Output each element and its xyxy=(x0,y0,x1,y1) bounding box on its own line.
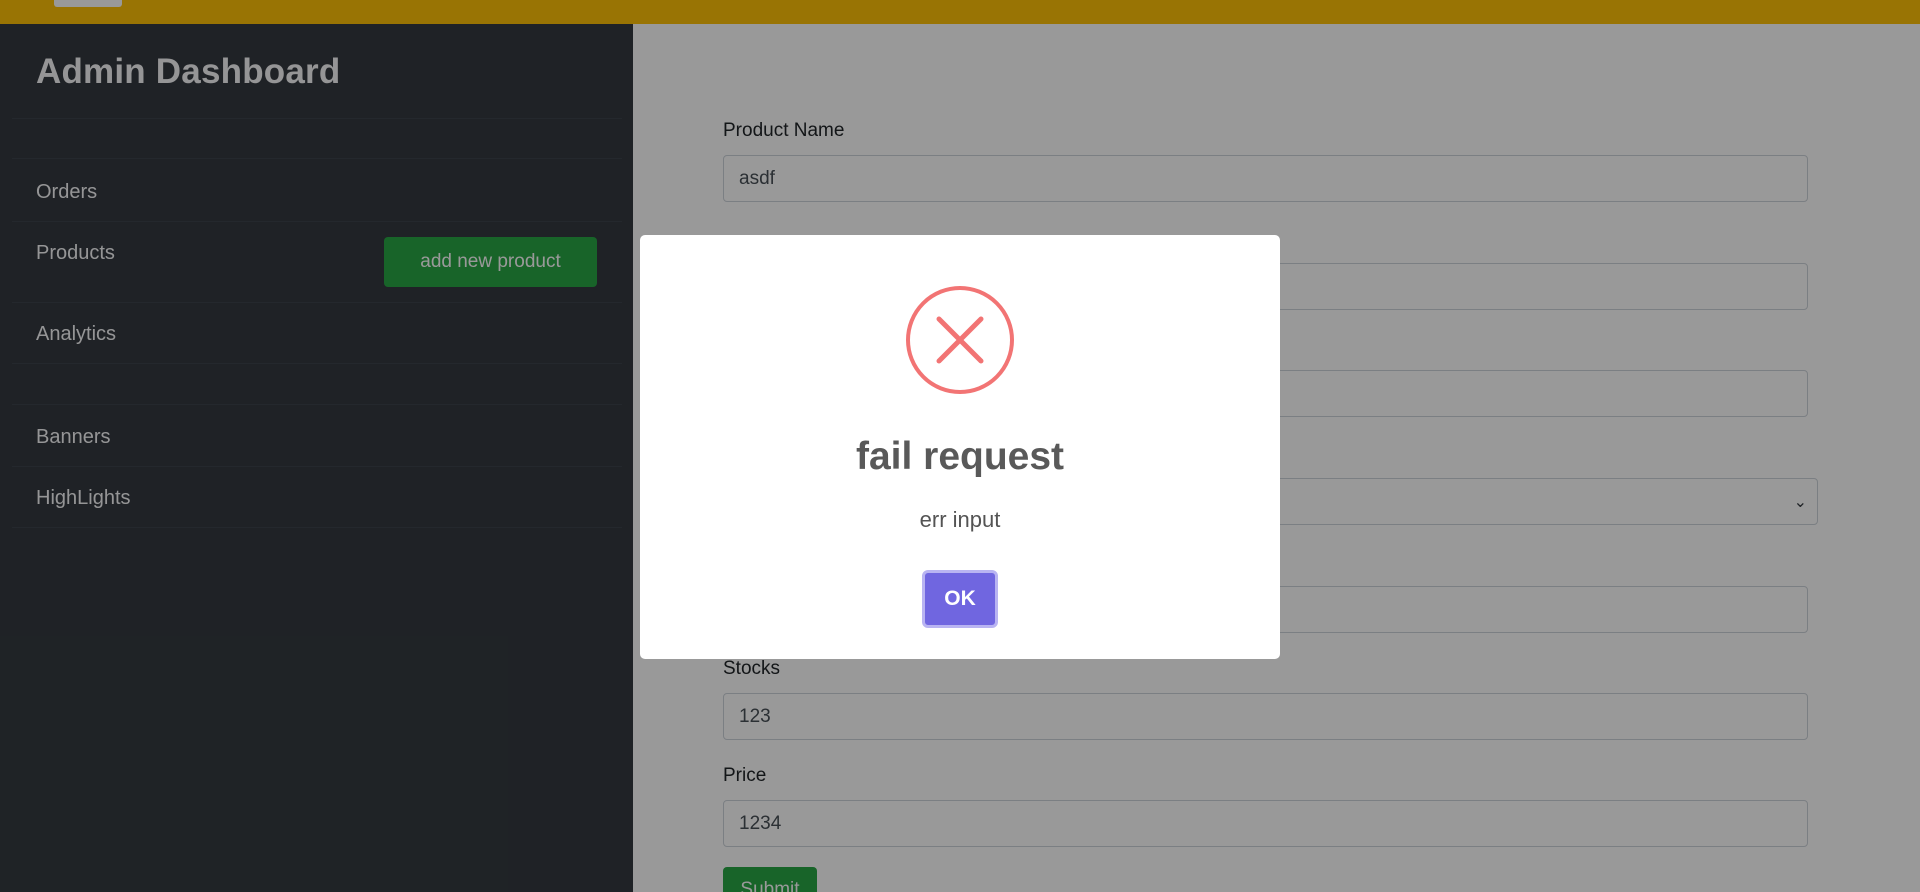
dialog-title: fail request xyxy=(855,435,1065,478)
page: Admin Dashboard Orders Products add new … xyxy=(0,0,1920,892)
ok-button[interactable]: OK xyxy=(922,570,998,628)
error-x-icon xyxy=(906,286,1014,394)
error-dialog: fail request err input OK xyxy=(640,235,1280,659)
dialog-message: err input xyxy=(919,507,1001,532)
